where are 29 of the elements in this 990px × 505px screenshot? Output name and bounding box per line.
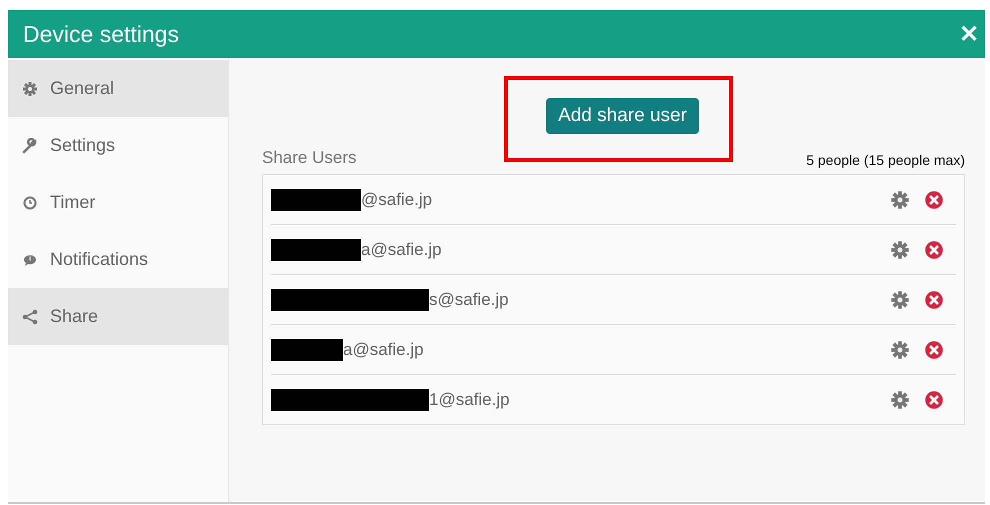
gear-icon — [22, 80, 38, 96]
settings-icon[interactable] — [890, 390, 910, 410]
sidebar-item[interactable]: Notifications — [8, 231, 228, 288]
remove-icon[interactable] — [924, 290, 944, 310]
sidebar-item[interactable]: Share — [8, 288, 228, 345]
window-title: Device settings — [23, 20, 179, 48]
section-heading: Share Users — [262, 148, 356, 168]
sidebar-item[interactable]: Timer — [8, 174, 228, 231]
user-email: s@safie.jp — [429, 290, 509, 310]
settings-icon[interactable] — [890, 340, 910, 360]
sidebar-item[interactable]: General — [8, 60, 228, 117]
close-button[interactable]: ✕ — [953, 20, 985, 48]
share-icon — [22, 308, 38, 324]
settings-icon[interactable] — [890, 290, 910, 310]
user-count: 5 people (15 people max) — [806, 152, 965, 168]
remove-icon[interactable] — [924, 190, 944, 210]
remove-icon[interactable] — [924, 240, 944, 260]
add-share-user-button[interactable]: Add share user — [546, 98, 699, 134]
remove-icon[interactable] — [924, 390, 944, 410]
user-email: a@safie.jp — [343, 340, 424, 360]
settings-icon[interactable] — [890, 190, 910, 210]
sidebar-item[interactable]: Settings — [8, 117, 228, 174]
user-email: 1@safie.jp — [429, 390, 510, 410]
clock-icon — [22, 194, 38, 210]
user-email: @safie.jp — [361, 190, 432, 210]
wrench-icon — [22, 138, 38, 154]
settings-icon[interactable] — [890, 240, 910, 260]
user-email: a@safie.jp — [361, 240, 442, 260]
remove-icon[interactable] — [924, 340, 944, 360]
